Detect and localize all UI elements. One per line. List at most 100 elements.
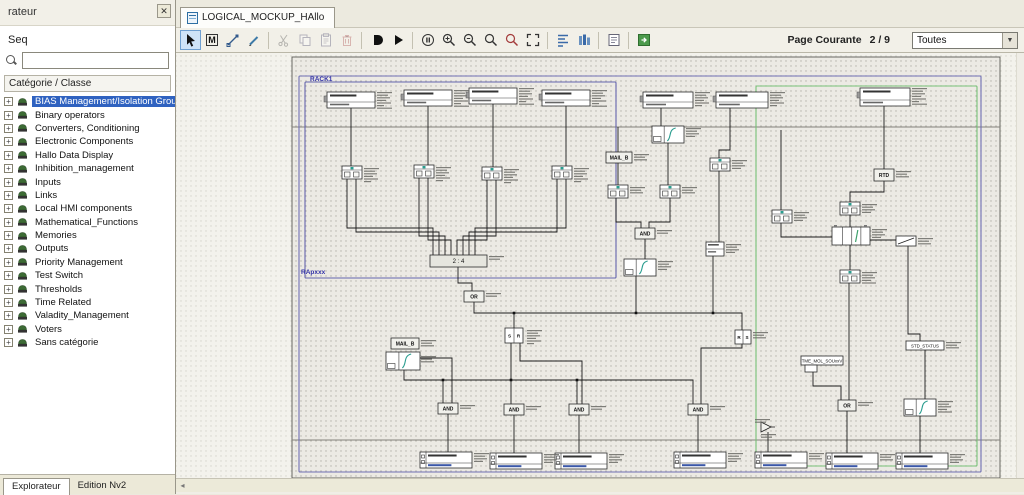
expand-plus-icon[interactable]: + xyxy=(4,123,13,133)
expand-plus-icon[interactable]: + xyxy=(4,244,13,254)
pause-icon[interactable] xyxy=(417,30,438,50)
block-mux[interactable] xyxy=(385,351,421,371)
distribute-icon[interactable] xyxy=(573,30,594,50)
block-bigio[interactable] xyxy=(856,87,911,107)
block-bigio[interactable] xyxy=(712,91,769,109)
run-icon[interactable] xyxy=(387,30,408,50)
block-mux[interactable] xyxy=(623,258,657,277)
tab-explorateur[interactable]: Explorateur xyxy=(3,478,70,495)
tree-item-links[interactable]: + Links xyxy=(4,189,175,202)
tree-item-valadity-management[interactable]: + Valadity_Management xyxy=(4,309,175,322)
tree-item-local-hmi-components[interactable]: + Local HMI components xyxy=(4,202,175,215)
tree-item-electronic-components[interactable]: + Electronic Components xyxy=(4,135,175,148)
block-gate-and[interactable]: AND xyxy=(687,403,709,416)
zoom-in-icon[interactable] xyxy=(438,30,459,50)
expand-plus-icon[interactable]: + xyxy=(4,150,13,160)
tree-item-priority-management[interactable]: + Priority Management xyxy=(4,256,175,269)
zoom-minus-icon[interactable] xyxy=(480,30,501,50)
block-lu[interactable] xyxy=(705,241,725,257)
expand-plus-icon[interactable]: + xyxy=(4,177,13,187)
tree-item-inputs[interactable]: + Inputs xyxy=(4,175,175,188)
tree-item-time-related[interactable]: + Time Related xyxy=(4,296,175,309)
expand-plus-icon[interactable]: + xyxy=(4,257,13,267)
pencil-tool-icon[interactable] xyxy=(243,30,264,50)
block-gate-or[interactable]: OR xyxy=(463,290,485,303)
tree-item-voters[interactable]: + Voters xyxy=(4,323,175,336)
tab-edition-nv2[interactable]: Edition Nv2 xyxy=(70,478,135,494)
block-cell2[interactable] xyxy=(771,209,793,224)
expand-plus-icon[interactable]: + xyxy=(4,284,13,294)
align-icon[interactable] xyxy=(552,30,573,50)
tree-item-inhibition-management[interactable]: + Inhibition_management xyxy=(4,162,175,175)
zoom-plus-icon[interactable] xyxy=(459,30,480,50)
expand-plus-icon[interactable]: + xyxy=(4,190,13,200)
expand-plus-icon[interactable]: + xyxy=(4,338,13,348)
block-out[interactable] xyxy=(895,452,949,470)
block-cell2[interactable] xyxy=(341,165,363,180)
expand-plus-icon[interactable]: + xyxy=(4,110,13,120)
block-mux[interactable] xyxy=(651,125,685,144)
block-gate-and[interactable]: AND xyxy=(503,403,525,416)
export-icon[interactable] xyxy=(633,30,654,50)
block-cell2[interactable] xyxy=(607,184,629,199)
close-icon[interactable]: ✕ xyxy=(157,4,171,18)
expand-plus-icon[interactable]: + xyxy=(4,137,13,147)
block-out[interactable] xyxy=(754,451,808,469)
block-cell2[interactable] xyxy=(709,157,731,172)
block-bigio[interactable] xyxy=(323,91,376,109)
block-gate-or[interactable]: OR xyxy=(837,399,857,412)
block-latch-s-r[interactable]: SR xyxy=(504,327,524,344)
block-cell2[interactable] xyxy=(551,165,573,180)
vertical-scrollbar[interactable] xyxy=(1016,53,1024,478)
block-bigio[interactable] xyxy=(639,91,694,109)
block-lbox-std-status[interactable]: STD_STATUS xyxy=(905,340,945,351)
tree-item-converters-conditioning[interactable]: + Converters, Conditioning xyxy=(4,122,175,135)
block-out[interactable] xyxy=(673,451,727,469)
block-wide-2-4[interactable]: 2 : 4 xyxy=(429,254,488,268)
expand-plus-icon[interactable]: + xyxy=(4,217,13,227)
tree-item-hallo-data-display[interactable]: + Hallo Data Display xyxy=(4,149,175,162)
tree-item-test-switch[interactable]: + Test Switch xyxy=(4,269,175,282)
block-gate-rtd[interactable]: RTD xyxy=(873,168,895,182)
tree-item-memories[interactable]: + Memories xyxy=(4,229,175,242)
block-gate-mail-b[interactable]: MAIL_B xyxy=(605,151,633,164)
expand-plus-icon[interactable]: + xyxy=(4,97,13,107)
block-cell2[interactable] xyxy=(839,201,861,216)
tree-item-sans-cat-gorie[interactable]: + Sans catégorie xyxy=(4,336,175,349)
logic-diagram[interactable]: AND AND AND AND AND OR OR 2 : 4 S R R S RTD STD_STATU… xyxy=(176,53,1024,479)
block-cell2[interactable] xyxy=(481,166,503,181)
block-lbox-tme-mol-souxxv[interactable]: TME_MOL_SOUxxV xyxy=(800,355,844,366)
fit-screen-icon[interactable] xyxy=(522,30,543,50)
shape-tool-icon[interactable] xyxy=(366,30,387,50)
block-gate-and[interactable]: AND xyxy=(634,227,656,240)
diagram-canvas[interactable]: AND AND AND AND AND OR OR 2 : 4 S R R S RTD STD_STATU… xyxy=(176,53,1024,479)
expand-plus-icon[interactable]: + xyxy=(4,164,13,174)
tree-item-mathematical-functions[interactable]: + Mathematical_Functions xyxy=(4,216,175,229)
select-tool-icon[interactable] xyxy=(180,30,201,50)
block-cell2[interactable] xyxy=(659,184,681,199)
block-out[interactable] xyxy=(554,452,608,470)
block-out[interactable] xyxy=(419,451,473,469)
block-bigio[interactable] xyxy=(538,89,591,107)
category-column-header[interactable]: Catégorie / Classe xyxy=(4,75,171,92)
text-tool-icon[interactable]: M xyxy=(201,30,222,50)
document-tab[interactable]: LOGICAL_MOCKUP_HAllo xyxy=(180,7,336,28)
tree-item-binary-operators[interactable]: + Binary operators xyxy=(4,108,175,121)
block-out[interactable] xyxy=(489,452,543,470)
block-gate-mail-b[interactable]: MAIL_B xyxy=(390,337,420,350)
expand-plus-icon[interactable]: + xyxy=(4,204,13,214)
block-out[interactable] xyxy=(825,452,879,470)
page-filter-dropdown[interactable]: Toutes ▼ xyxy=(912,31,1018,49)
block-gate-and[interactable]: AND xyxy=(437,402,459,415)
horizontal-scrollbar[interactable]: ◂ xyxy=(176,478,1024,492)
zoom-selection-icon[interactable] xyxy=(501,30,522,50)
block-cell2[interactable] xyxy=(413,164,435,179)
block-muxbig[interactable] xyxy=(831,225,871,246)
block-gate-and[interactable]: AND xyxy=(568,403,590,416)
block-latch-r-s[interactable]: RS xyxy=(734,329,752,345)
report-icon[interactable] xyxy=(603,30,624,50)
tree-item-outputs[interactable]: + Outputs xyxy=(4,242,175,255)
search-input[interactable] xyxy=(22,52,169,69)
expand-plus-icon[interactable]: + xyxy=(4,298,13,308)
expand-plus-icon[interactable]: + xyxy=(4,324,13,334)
